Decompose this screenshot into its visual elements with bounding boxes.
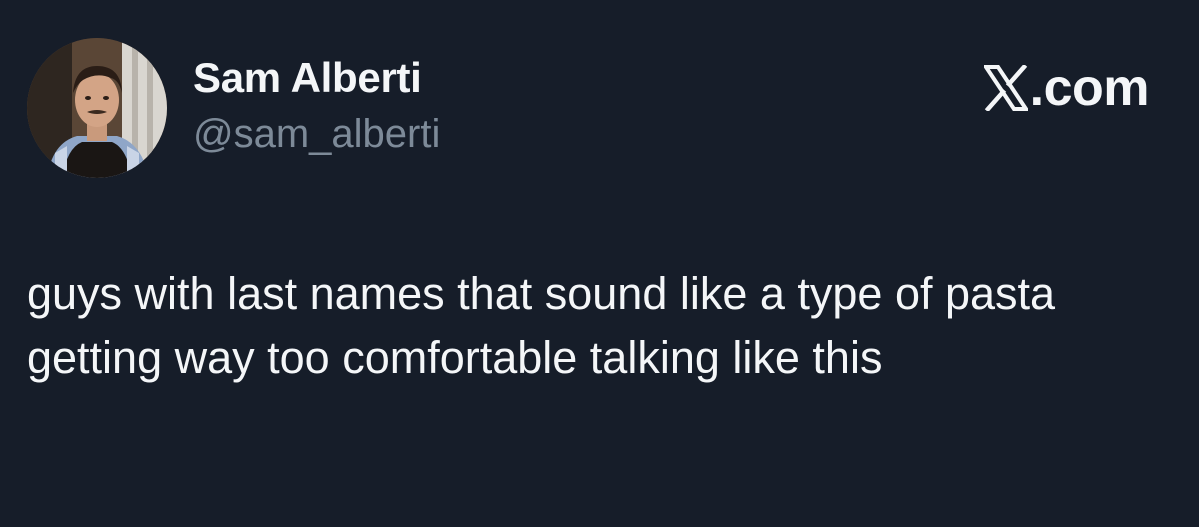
avatar[interactable]	[27, 38, 167, 178]
profile-photo-icon	[27, 38, 167, 178]
x-logo-icon	[983, 65, 1028, 111]
tweet-text: guys with last names that sound like a t…	[27, 268, 1056, 383]
tweet-card: Sam Alberti @sam_alberti .com guys with …	[0, 0, 1199, 527]
brand-label[interactable]: .com	[983, 58, 1150, 118]
display-name[interactable]: Sam Alberti	[193, 54, 422, 102]
username-handle[interactable]: @sam_alberti	[193, 112, 440, 157]
brand-domain-suffix: .com	[1029, 59, 1150, 117]
